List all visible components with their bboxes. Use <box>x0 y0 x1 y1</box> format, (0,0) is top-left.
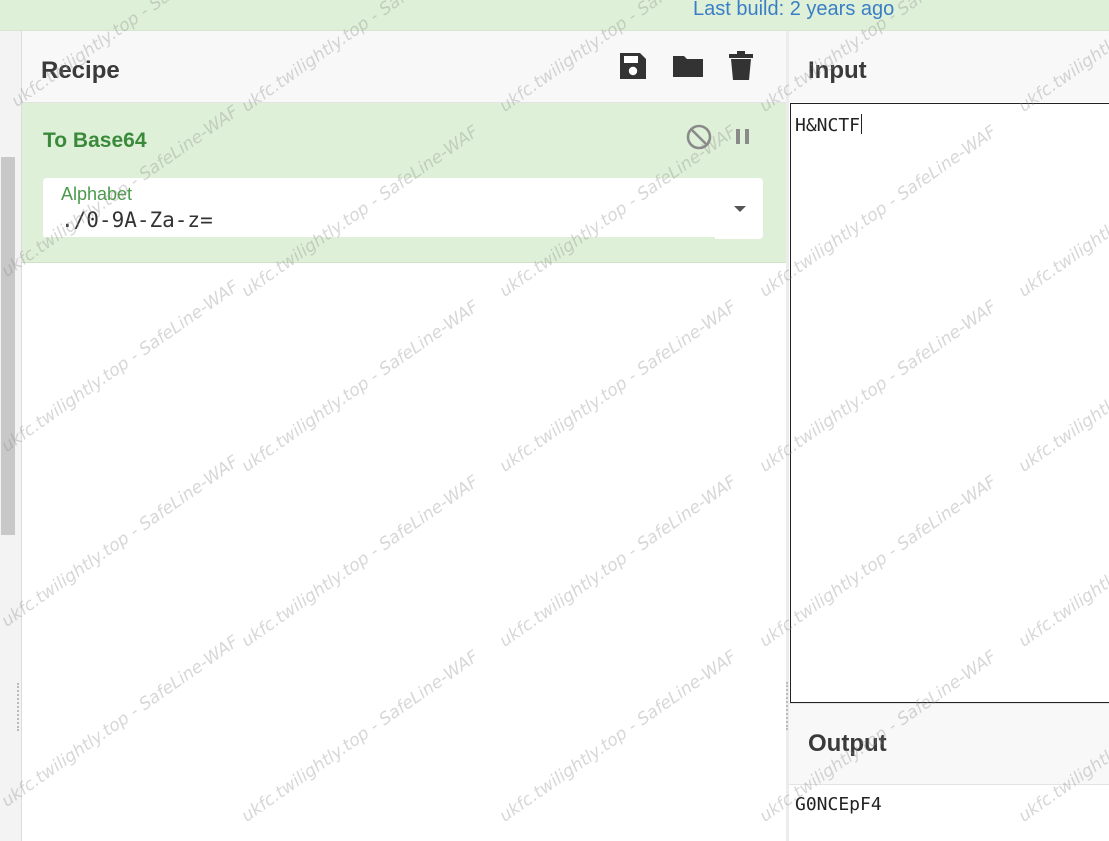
input-header: Input <box>789 31 1109 102</box>
field-underline <box>43 237 715 239</box>
disable-icon[interactable] <box>685 123 713 151</box>
operation-title: To Base64 <box>43 129 147 152</box>
input-textarea[interactable]: H&NCTF <box>790 103 1109 703</box>
scrollbar-track[interactable] <box>0 31 16 841</box>
output-text[interactable]: G0NCEpF4 <box>790 784 1109 841</box>
recipe-header: Recipe <box>22 31 786 103</box>
folder-icon[interactable] <box>672 51 703 83</box>
recipe-panel: Recipe To Base64 Alphabet ./0-9A-Za-z= <box>22 31 786 841</box>
left-scrollbar-strip <box>0 31 22 841</box>
alphabet-value[interactable]: ./0-9A-Za-z= <box>61 208 213 232</box>
top-bar: Last build: 2 years ago <box>0 0 1109 31</box>
save-icon[interactable] <box>618 51 648 83</box>
text-caret <box>861 114 863 134</box>
pause-icon[interactable] <box>729 123 757 151</box>
chevron-down-icon[interactable] <box>730 201 750 217</box>
alphabet-field[interactable]: Alphabet ./0-9A-Za-z= <box>43 178 763 239</box>
io-panel: Input H&NCTF Output G0NCEpF4 <box>789 31 1109 841</box>
trash-icon[interactable] <box>728 51 758 83</box>
scrollbar-thumb[interactable] <box>1 157 15 535</box>
alphabet-label: Alphabet <box>61 184 133 204</box>
output-title: Output <box>808 730 887 757</box>
output-header: Output <box>789 703 1109 785</box>
input-title: Input <box>808 57 867 84</box>
recipe-title: Recipe <box>41 57 120 84</box>
last-build-label: Last build: 2 years ago <box>693 0 895 20</box>
operation-to-base64[interactable]: To Base64 Alphabet ./0-9A-Za-z= <box>22 103 786 263</box>
input-text: H&NCTF <box>795 115 861 136</box>
